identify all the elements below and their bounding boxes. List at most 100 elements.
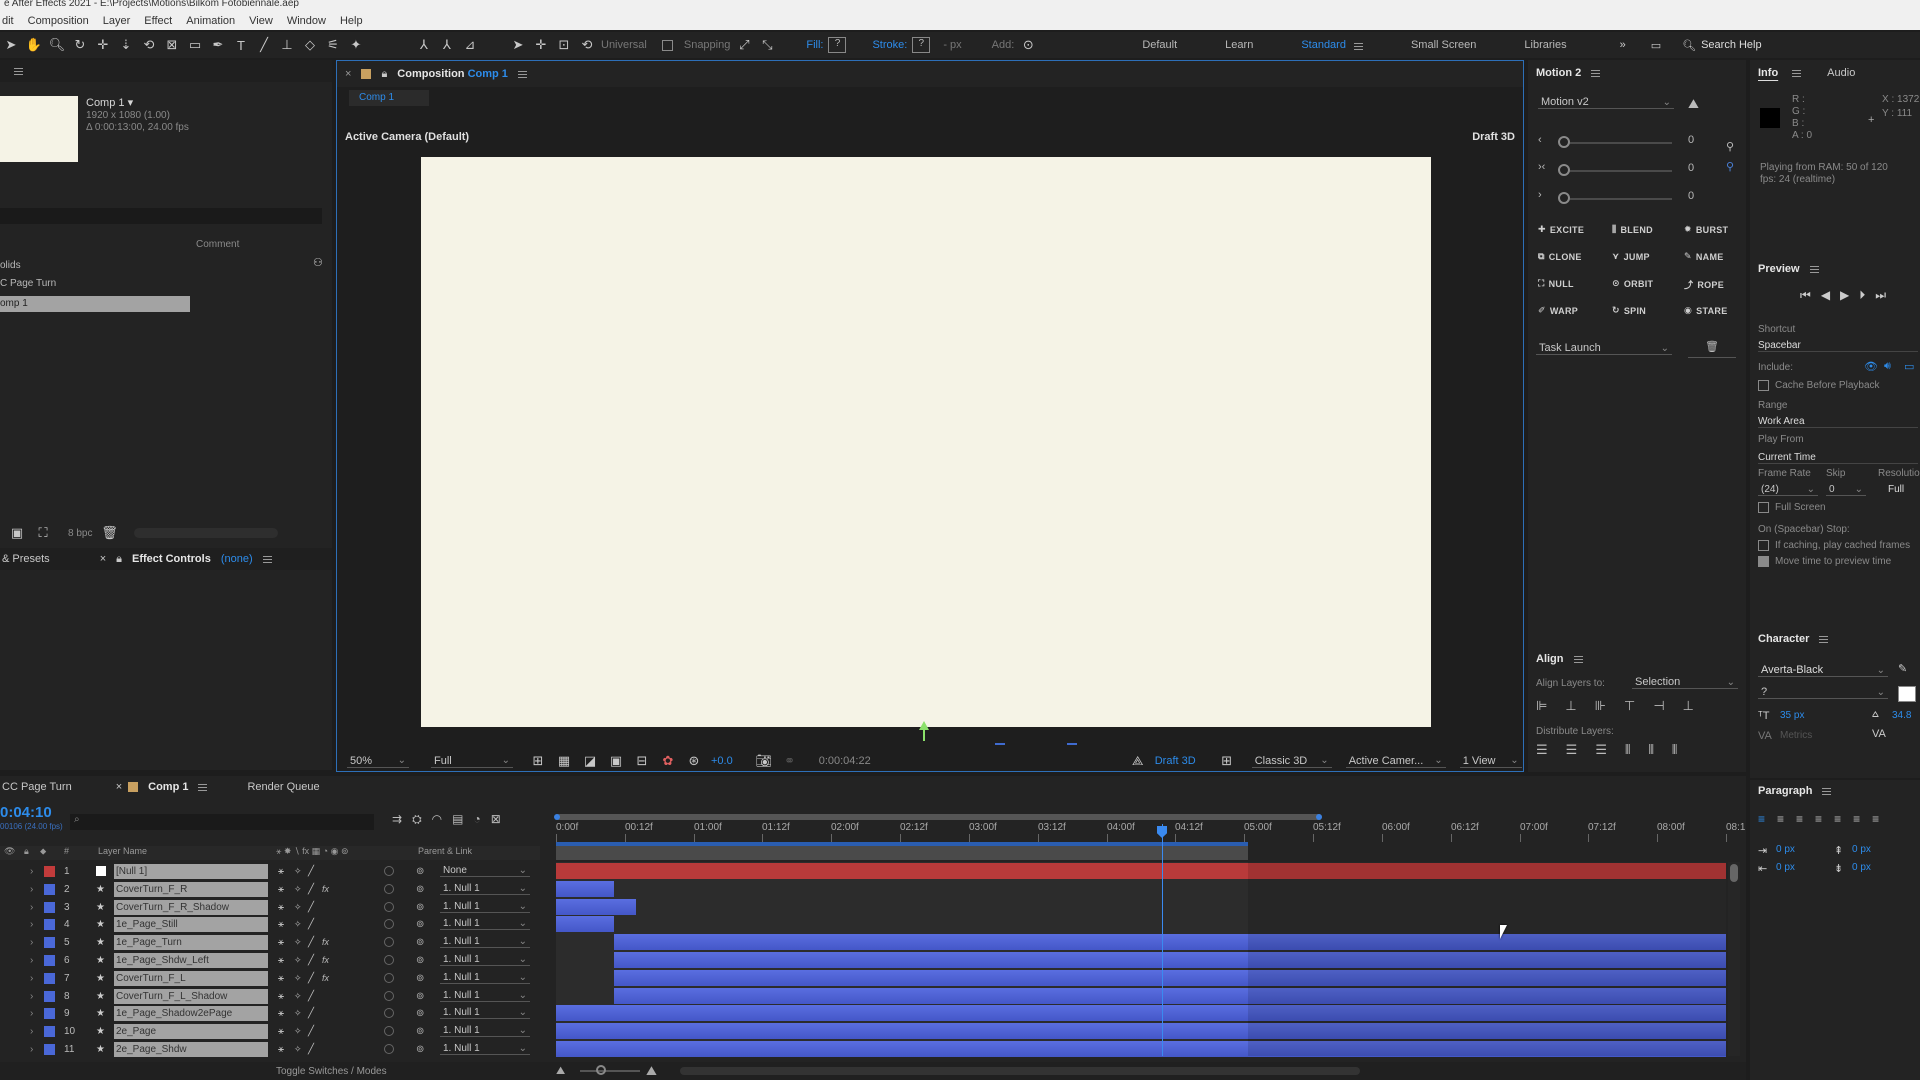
quality-switch-icon[interactable]: ╱ bbox=[308, 955, 314, 966]
quality-switch-icon[interactable]: ╱ bbox=[308, 884, 314, 895]
pickwhip-icon[interactable]: ⊚ bbox=[416, 1044, 424, 1055]
play-icon[interactable]: ▶ bbox=[1840, 288, 1849, 303]
orbit-button[interactable]: ⊙ ORBIT bbox=[1612, 278, 1653, 289]
space-after-value[interactable]: 0 px bbox=[1852, 862, 1871, 873]
leading-value[interactable]: 34.8 bbox=[1892, 710, 1911, 721]
workspace-libraries[interactable]: Libraries bbox=[1524, 39, 1566, 51]
layer-name[interactable]: CoverTurn_F_L_Shadow bbox=[114, 988, 268, 1004]
fast-previews-icon[interactable]: ⊞ bbox=[529, 752, 547, 770]
comp-sub-tab[interactable]: Comp 1 bbox=[349, 90, 429, 106]
motion-blur-icon[interactable]: ◔ bbox=[474, 812, 481, 827]
col-eye-icon[interactable]: 👁︎ bbox=[4, 846, 15, 857]
distribute-top-icon[interactable]: ☰ bbox=[1536, 742, 1548, 758]
preview-title[interactable]: Preview bbox=[1758, 263, 1800, 275]
motion-blur-switch[interactable] bbox=[384, 955, 394, 965]
distribute-left-icon[interactable]: ⫴ bbox=[1625, 742, 1630, 758]
frame-rate-dropdown[interactable]: (24) bbox=[1758, 484, 1818, 496]
quality-switch-icon[interactable]: ╱ bbox=[308, 973, 314, 984]
visibility-toggle[interactable] bbox=[6, 919, 16, 929]
expand-arrow-icon[interactable]: › bbox=[30, 919, 33, 930]
exposure-value[interactable]: +0.0 bbox=[711, 755, 733, 767]
layer-name[interactable]: 1e_Page_Shadow2ePage bbox=[114, 1005, 268, 1021]
motion-blur-switch[interactable] bbox=[384, 991, 394, 1001]
selection-tool-icon[interactable]: ➤ bbox=[2, 36, 20, 54]
label-color[interactable] bbox=[44, 918, 55, 930]
fx-switch-icon[interactable]: fx bbox=[322, 937, 329, 947]
label-color[interactable] bbox=[44, 1025, 55, 1037]
eyedropper-icon[interactable]: ✎ bbox=[1898, 662, 1907, 675]
dolly-tool-icon[interactable]: ⇣ bbox=[117, 36, 135, 54]
distribute-hcenter-icon[interactable]: ⫴ bbox=[1648, 742, 1653, 758]
fill-stroke-swatch[interactable] bbox=[1898, 686, 1916, 702]
layer-name[interactable]: [Null 1] bbox=[114, 863, 268, 879]
move-time-checkbox[interactable] bbox=[1758, 556, 1769, 567]
motion-blur-switch[interactable] bbox=[384, 937, 394, 947]
visibility-toggle[interactable] bbox=[6, 955, 16, 965]
tab-render-queue[interactable]: Render Queue bbox=[247, 781, 319, 793]
layer-row[interactable]: › 3 ★ CoverTurn_F_R_Shadow ⚹ ✧ ╱ ⊚ 1. Null 1 bbox=[0, 898, 540, 916]
distribute-bottom-icon[interactable]: ☰ bbox=[1595, 742, 1607, 758]
puppet-tool-icon[interactable]: ✦ bbox=[347, 36, 365, 54]
rope-button[interactable]: ⤴ ROPE bbox=[1684, 278, 1724, 291]
workspace-learn[interactable]: Learn bbox=[1225, 39, 1253, 51]
label-color[interactable] bbox=[44, 972, 55, 984]
pickwhip-icon[interactable]: ⊚ bbox=[416, 902, 424, 913]
layer-search-input[interactable]: ⌕ bbox=[70, 814, 374, 830]
layer-bar[interactable] bbox=[556, 1005, 1726, 1021]
renderer-dropdown[interactable]: Classic 3D bbox=[1251, 755, 1332, 768]
snap-options-icon[interactable]: ⤡ bbox=[758, 36, 776, 54]
layer-name[interactable]: 1e_Page_Shdw_Left bbox=[114, 952, 268, 968]
label-color[interactable] bbox=[44, 901, 55, 913]
slider-track[interactable] bbox=[1562, 170, 1672, 172]
indent-first-value[interactable]: 0 px bbox=[1776, 862, 1795, 873]
tab-composition[interactable]: Composition Comp 1 bbox=[397, 68, 508, 80]
stroke-width[interactable]: - px bbox=[943, 39, 961, 51]
fx-switch-icon[interactable]: fx bbox=[322, 884, 329, 894]
zoom-slider[interactable] bbox=[580, 1070, 640, 1072]
kerning-value[interactable]: Metrics bbox=[1780, 730, 1812, 741]
transparency-grid-icon[interactable]: ▦ bbox=[555, 752, 573, 770]
skip-dropdown[interactable]: 0 bbox=[1826, 484, 1866, 496]
close-icon[interactable]: × bbox=[345, 68, 351, 80]
character-menu-icon[interactable] bbox=[1819, 635, 1829, 643]
layer-bar[interactable] bbox=[614, 952, 1726, 968]
layer-bar[interactable] bbox=[614, 934, 1726, 950]
collapse-switch-icon[interactable]: ✧ bbox=[294, 1026, 302, 1037]
quality-switch-icon[interactable]: ╱ bbox=[308, 1008, 314, 1019]
visibility-toggle[interactable] bbox=[6, 1008, 16, 1018]
slider-knob[interactable] bbox=[1558, 136, 1570, 148]
shy-switch-icon[interactable]: ⚹ bbox=[278, 955, 284, 966]
menu-layer[interactable]: Layer bbox=[103, 15, 131, 27]
motion-menu-icon[interactable] bbox=[1591, 69, 1601, 77]
label-color[interactable] bbox=[44, 883, 55, 895]
tab-effect-controls[interactable]: Effect Controls bbox=[132, 553, 211, 565]
layer-name[interactable]: 2e_Page_Shdw bbox=[114, 1041, 268, 1057]
interpret-footage-icon[interactable]: ▣ bbox=[8, 524, 26, 542]
flowchart-icon[interactable]: ⚇ bbox=[313, 256, 323, 269]
warp-button[interactable]: ✐ WARP bbox=[1538, 305, 1578, 316]
project-item[interactable]: olids bbox=[0, 260, 21, 271]
select-3d-icon[interactable]: ➤ bbox=[509, 36, 527, 54]
label-color[interactable] bbox=[44, 990, 55, 1002]
collapse-switch-icon[interactable]: ✧ bbox=[294, 866, 302, 877]
slider-value[interactable]: 0 bbox=[1688, 162, 1694, 174]
timeline-hscroll[interactable] bbox=[680, 1067, 1360, 1075]
exposure-reset-icon[interactable]: ⊛ bbox=[685, 752, 703, 770]
quality-switch-icon[interactable]: ╱ bbox=[308, 1026, 314, 1037]
layer-bar[interactable] bbox=[556, 1041, 1726, 1057]
last-frame-icon[interactable]: ⏭ bbox=[1875, 288, 1886, 303]
visibility-toggle[interactable] bbox=[6, 991, 16, 1001]
pickwhip-icon[interactable]: ⊚ bbox=[416, 937, 424, 948]
motion-blur-switch[interactable] bbox=[384, 973, 394, 983]
justify-left-icon[interactable]: ≡ bbox=[1815, 812, 1822, 826]
layer-name[interactable]: 1e_Page_Still bbox=[114, 916, 268, 932]
motion-preset-dropdown[interactable]: Motion v2 bbox=[1538, 96, 1674, 109]
lock-icon[interactable]: 🔒︎ bbox=[116, 553, 122, 566]
label-color[interactable] bbox=[44, 954, 55, 966]
world-axis-icon[interactable]: ⅄ bbox=[438, 36, 456, 54]
extended-viewer-icon[interactable]: ⊞ bbox=[1218, 752, 1236, 770]
jump-button[interactable]: ⋎ JUMP bbox=[1612, 251, 1650, 262]
views-dropdown[interactable]: 1 View bbox=[1459, 755, 1522, 768]
tab-comp-1[interactable]: Comp 1 bbox=[148, 781, 188, 793]
task-launch-dropdown[interactable]: Task Launch bbox=[1536, 342, 1672, 355]
